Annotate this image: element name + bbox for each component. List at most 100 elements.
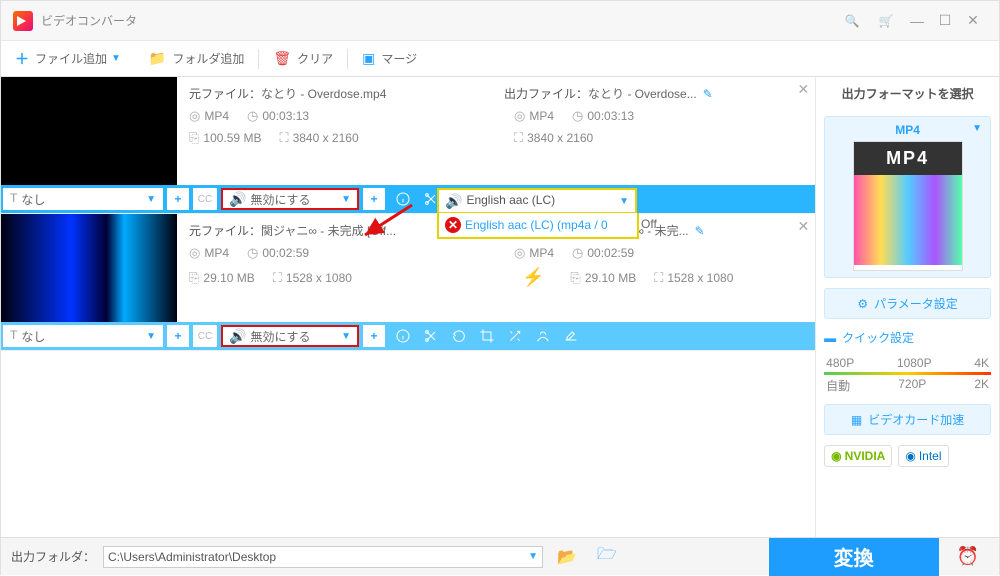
trim-button[interactable] [417,325,445,347]
output-path-select[interactable]: C:\Users\Administrator\Desktop▼ [103,546,543,568]
thumbnail[interactable] [1,77,177,185]
search-icon[interactable]: 🔍 [841,10,863,32]
src-format: MP4 [204,109,229,123]
subtitle-select[interactable]: Tなし▼ [3,325,163,347]
intel-icon: ◉ [905,449,915,463]
speaker-icon: 🔊 [229,191,246,208]
format-icon: ◎ [189,108,200,124]
info-button[interactable] [389,325,417,347]
out-duration: 00:02:59 [587,246,634,260]
text-icon: T [10,191,17,208]
subtitle-select[interactable]: Tなし▼ [3,188,163,210]
speaker-icon: 🔊 [445,193,462,210]
intel-badge: ◉Intel [898,445,948,467]
remove-item-button[interactable]: ✕ [797,81,809,98]
format-badge: MP4 [854,142,962,175]
watermark-button[interactable] [529,325,557,347]
size-icon: ⎘ [189,130,199,146]
output-folder-label: 出力フォルダ： [11,548,95,565]
output-label: 出力ファイル： [504,87,588,101]
maximize-button[interactable]: ☐ [931,12,959,29]
chevron-down-icon: ▼ [111,53,121,64]
thumbnail[interactable] [1,214,177,322]
plus-icon: ＋ [15,49,29,69]
quick-settings-label: ▬クイック設定 [824,329,991,346]
open-folder-button[interactable]: 📂 [551,547,583,567]
audio-value: 無効にする [250,191,310,208]
app-title: ビデオコンバータ [41,12,137,29]
edit-name-icon[interactable]: ✎ [695,224,705,238]
res-auto: 自動 [826,377,850,394]
minimize-button[interactable]: — [903,13,931,29]
file-list: ✕ 元ファイル：なとり - Overdose.mp4 出力ファイル：なとり - … [1,77,815,537]
audio-track-select[interactable]: 🔊無効にする▼ [221,325,359,347]
add-subtitle-button[interactable]: + [167,325,189,347]
folder-plus-icon: 📁 [149,50,166,67]
subtitle-value: なし [21,328,45,345]
footer: 出力フォルダ： C:\Users\Administrator\Desktop▼ … [1,537,999,575]
out-format: MP4 [529,246,554,260]
bolt-icon: ⚡ [522,267,544,288]
output-format-card[interactable]: MP4 ▼ MP4 [824,116,991,278]
res-4k: 4K [974,356,989,370]
chevron-down-icon: ▼ [146,331,156,342]
edit-name-icon[interactable]: ✎ [703,87,713,101]
audio-dropdown-option[interactable]: ✕English aac (LC) (mp4a / 0 [437,213,639,239]
gpu-accel-button[interactable]: ▦ビデオカード加速 [824,404,991,435]
info-button[interactable] [389,188,417,210]
add-audio-button[interactable]: + [363,188,385,210]
src-size: 100.59 MB [203,131,261,145]
src-size: 29.10 MB [203,271,254,285]
merge-label: マージ [381,50,417,67]
close-button[interactable]: ✕ [959,12,987,29]
sidebar: 出力フォーマットを選択 MP4 ▼ MP4 ⚙パラメータ設定 ▬クイック設定 4… [815,77,999,537]
out-format: MP4 [529,109,554,123]
audio-value: 無効にする [250,328,310,345]
speaker-icon: 🔊 [229,328,246,345]
audio-track-select[interactable]: 🔊無効にする▼ [221,188,359,210]
source-label: 元ファイル： [189,224,261,238]
subtitle-edit-button[interactable] [557,325,585,347]
src-duration: 00:02:59 [262,246,309,260]
res-720: 720P [898,377,926,394]
chevron-down-icon: ▼ [972,123,982,134]
resolution-icon: ⛶ [514,130,523,146]
format-title: 出力フォーマットを選択 [824,85,991,102]
off-text: Off [641,217,657,231]
add-audio-button[interactable]: + [363,325,385,347]
add-subtitle-button[interactable]: + [167,188,189,210]
add-folder-button[interactable]: 📁 フォルダ追加 [135,41,258,76]
file-item: ✕ 元ファイル：関ジャニ∞ - 未完成 [Off... 出力ファイル：関ジャニ∞… [1,214,815,351]
remove-item-button[interactable]: ✕ [797,218,809,235]
output-name: なとり - Overdose... [588,87,697,101]
add-file-button[interactable]: ＋ファイル追加▼ [1,41,135,76]
cc-button[interactable]: CC [193,325,217,347]
param-label: パラメータ設定 [874,295,958,312]
cc-button[interactable]: CC [193,188,217,210]
merge-button[interactable]: ▣マージ [348,41,431,76]
convert-button[interactable]: 変換 [769,538,939,576]
src-resolution: 3840 x 2160 [293,131,359,145]
rotate-button[interactable] [445,325,473,347]
resolution-icon: ⛶ [279,130,288,146]
out-size: 29.10 MB [585,271,636,285]
audio-track-dropdown[interactable]: 🔊English aac (LC) ▼ [437,188,637,214]
effect-button[interactable] [501,325,529,347]
add-folder-label: フォルダ追加 [172,50,244,67]
quality-slider[interactable] [824,372,991,375]
source-label: 元ファイル： [189,87,261,101]
res-2k: 2K [974,377,989,394]
parameter-settings-button[interactable]: ⚙パラメータ設定 [824,288,991,319]
open-output-button[interactable]: 🗁 [591,543,623,570]
source-name: 関ジャニ∞ - 未完成 [Off... [261,224,396,238]
clear-button[interactable]: 🗑クリア [259,41,347,76]
size-icon: ⎘ [570,270,580,286]
output-path-value: C:\Users\Administrator\Desktop [108,550,276,564]
format-name: MP4 [895,123,920,137]
source-name: なとり - Overdose.mp4 [261,87,386,101]
cart-icon[interactable]: 🛒 [875,10,897,32]
crop-button[interactable] [473,325,501,347]
alarm-button[interactable]: ⏰ [947,546,989,567]
resolution-icon: ⛶ [654,270,663,286]
format-icon: ◎ [189,245,200,261]
